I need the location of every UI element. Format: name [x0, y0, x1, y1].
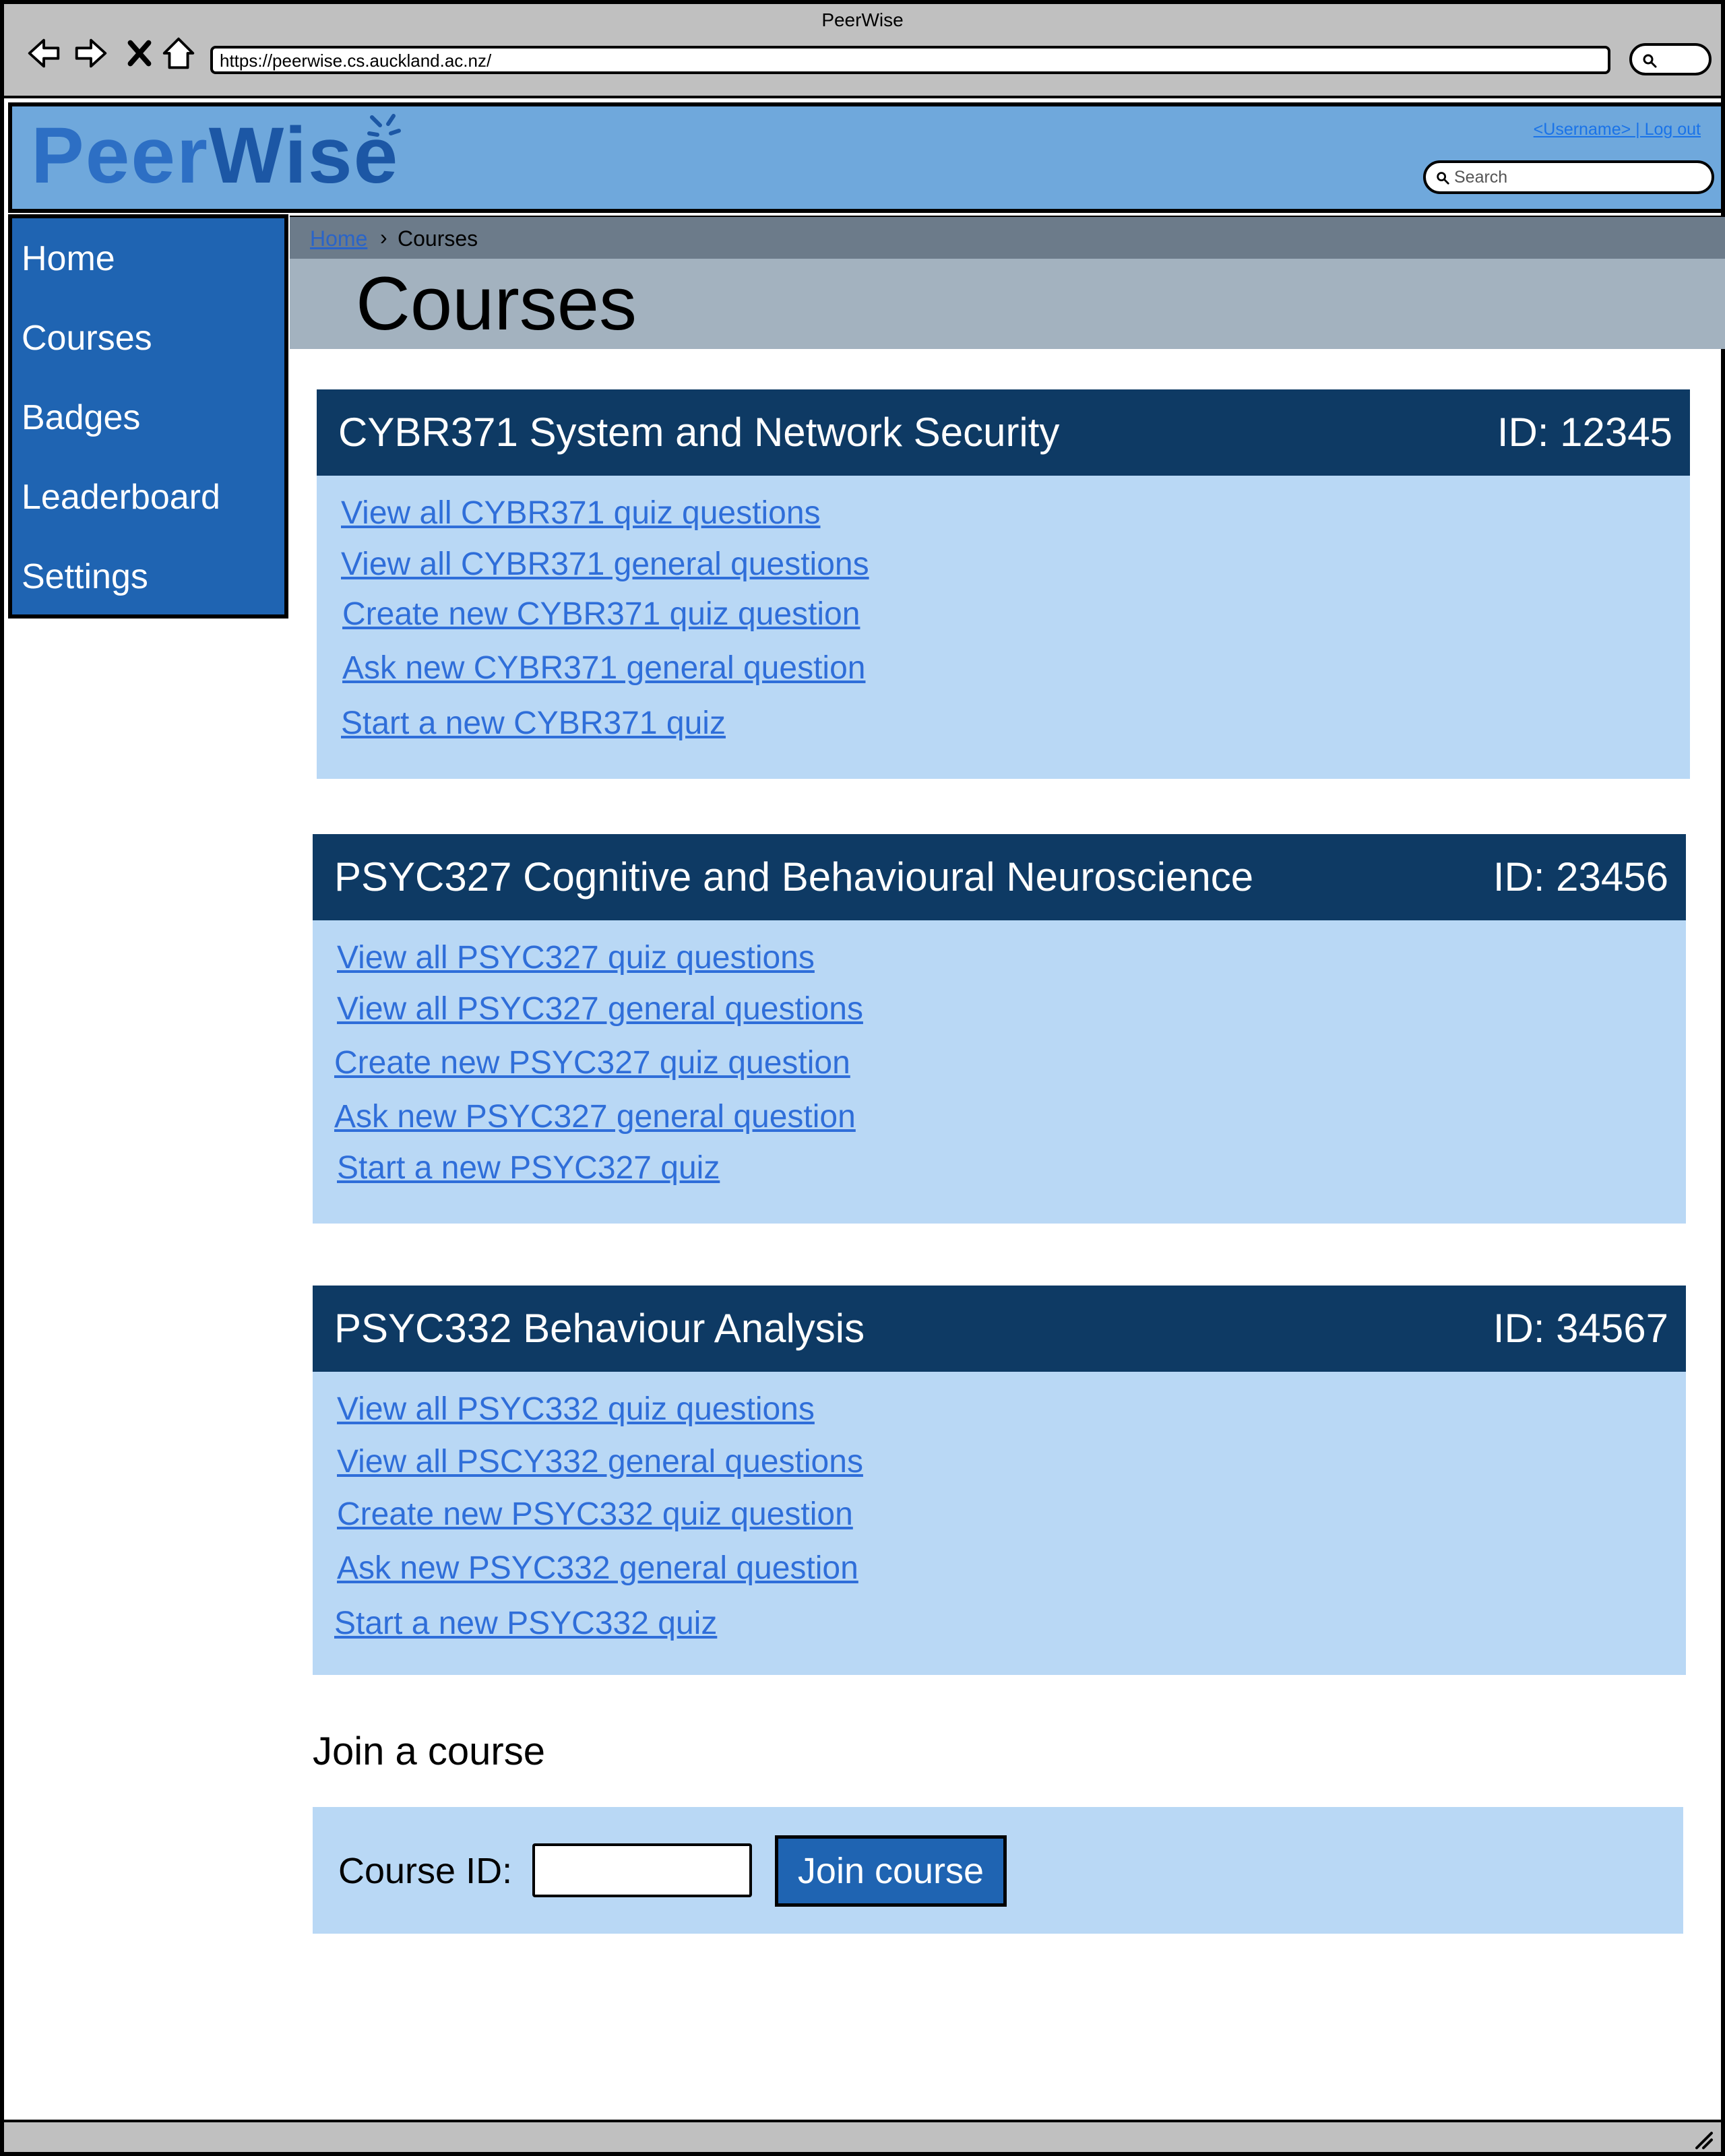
- course-name: CYBR371 System and Network Security: [338, 410, 1060, 455]
- peerwise-logo[interactable]: PeerWise: [31, 116, 399, 195]
- browser-window: PeerWise https://peerwise.cs.auckland.ac…: [0, 0, 1725, 2156]
- join-course-heading: Join a course: [313, 1730, 545, 1773]
- course-card-header: CYBR371 System and Network Security ID: …: [317, 389, 1690, 476]
- ask-general-question-link[interactable]: Ask new CYBR371 general question: [342, 649, 865, 687]
- breadcrumb-current: Courses: [398, 226, 478, 251]
- ask-general-question-link[interactable]: Ask new PSYC332 general question: [337, 1550, 858, 1587]
- course-card-header: PSYC332 Behaviour Analysis ID: 34567: [313, 1286, 1686, 1372]
- search-input[interactable]: [1454, 166, 1703, 189]
- page-title: Courses: [356, 261, 637, 346]
- breadcrumb-home-link[interactable]: Home: [310, 226, 367, 251]
- user-logout-link[interactable]: <Username> | Log out: [1534, 120, 1701, 139]
- sidebar-item-home[interactable]: Home: [22, 239, 115, 279]
- start-quiz-link[interactable]: Start a new CYBR371 quiz: [341, 705, 726, 742]
- site-header: PeerWise <Username> | Log out: [8, 102, 1725, 213]
- sidebar-item-settings[interactable]: Settings: [22, 557, 148, 597]
- search-icon: [1437, 172, 1449, 185]
- course-card-header: PSYC327 Cognitive and Behavioural Neuros…: [313, 834, 1686, 920]
- course-links: View all PSYC327 quiz questions View all…: [313, 920, 1686, 1224]
- breadcrumb-separator: ›: [380, 225, 387, 249]
- stop-icon[interactable]: [119, 32, 160, 74]
- search-icon: [1643, 54, 1657, 68]
- create-quiz-question-link[interactable]: Create new CYBR371 quiz question: [342, 596, 860, 633]
- join-course-button[interactable]: Join course: [775, 1835, 1007, 1907]
- create-quiz-question-link[interactable]: Create new PSYC332 quiz question: [337, 1496, 853, 1533]
- course-id-label: Course ID:: [338, 1851, 513, 1891]
- create-quiz-question-link[interactable]: Create new PSYC327 quiz question: [334, 1044, 850, 1081]
- sidebar-item-leaderboard[interactable]: Leaderboard: [22, 477, 220, 517]
- course-id: ID: 12345: [1497, 410, 1672, 455]
- home-icon[interactable]: [158, 32, 199, 74]
- view-general-questions-link[interactable]: View all PSYC327 general questions: [337, 990, 863, 1027]
- course-card-psyc327: PSYC327 Cognitive and Behavioural Neuros…: [313, 834, 1686, 1224]
- back-icon[interactable]: [23, 32, 65, 74]
- browser-search-field[interactable]: [1629, 43, 1712, 75]
- ask-general-question-link[interactable]: Ask new PSYC327 general question: [334, 1098, 856, 1135]
- start-quiz-link[interactable]: Start a new PSYC332 quiz: [334, 1605, 717, 1642]
- sidebar-item-badges[interactable]: Badges: [22, 398, 140, 438]
- course-id-input[interactable]: [532, 1843, 752, 1897]
- window-title: PeerWise: [821, 9, 904, 30]
- sidebar-item-courses[interactable]: Courses: [22, 318, 152, 358]
- forward-icon[interactable]: [70, 32, 112, 74]
- site-search-box[interactable]: [1423, 160, 1714, 194]
- course-name: PSYC327 Cognitive and Behavioural Neuros…: [334, 854, 1254, 899]
- browser-chrome: PeerWise https://peerwise.cs.auckland.ac…: [4, 4, 1721, 98]
- course-name: PSYC332 Behaviour Analysis: [334, 1306, 865, 1351]
- view-general-questions-link[interactable]: View all PSCY332 general questions: [337, 1443, 863, 1480]
- status-bar: [4, 2120, 1721, 2152]
- logo-spark-icon: [367, 114, 401, 137]
- course-card-psyc332: PSYC332 Behaviour Analysis ID: 34567 Vie…: [313, 1286, 1686, 1675]
- address-bar[interactable]: https://peerwise.cs.auckland.ac.nz/: [210, 46, 1610, 74]
- course-links: View all CYBR371 quiz questions View all…: [317, 476, 1690, 779]
- page-title-bar: Courses: [290, 259, 1725, 349]
- course-id: ID: 23456: [1493, 854, 1668, 899]
- join-course-panel: Course ID: Join course: [313, 1807, 1683, 1934]
- start-quiz-link[interactable]: Start a new PSYC327 quiz: [337, 1149, 720, 1186]
- resize-grip-icon[interactable]: [1691, 2128, 1714, 2151]
- course-id: ID: 34567: [1493, 1306, 1668, 1351]
- course-links: View all PSYC332 quiz questions View all…: [313, 1372, 1686, 1675]
- breadcrumb: Home › Courses: [290, 216, 1725, 259]
- view-quiz-questions-link[interactable]: View all PSYC327 quiz questions: [337, 939, 815, 976]
- view-general-questions-link[interactable]: View all CYBR371 general questions: [341, 546, 869, 583]
- view-quiz-questions-link[interactable]: View all CYBR371 quiz questions: [341, 495, 821, 532]
- course-card-cybr371: CYBR371 System and Network Security ID: …: [317, 389, 1690, 779]
- view-quiz-questions-link[interactable]: View all PSYC332 quiz questions: [337, 1391, 815, 1428]
- sidebar-nav: Home Courses Badges Leaderboard Settings: [8, 214, 288, 619]
